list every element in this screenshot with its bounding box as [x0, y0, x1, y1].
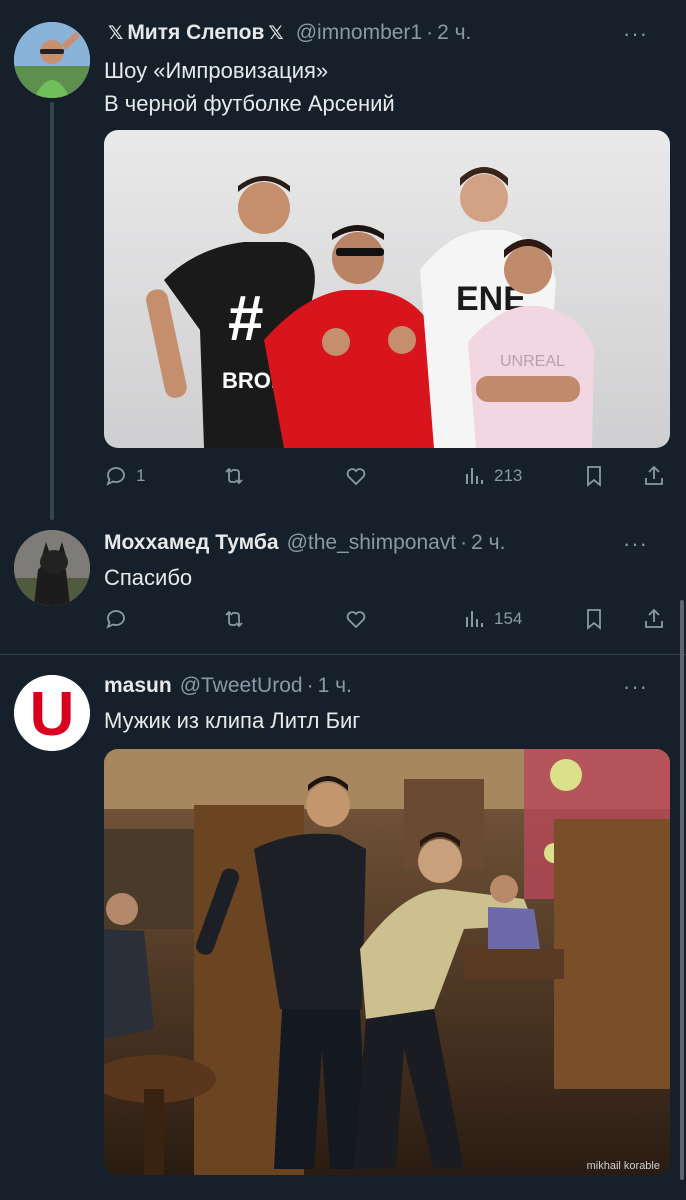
- retweet-button[interactable]: [222, 459, 254, 493]
- bookmark-icon: [587, 609, 601, 630]
- share-button[interactable]: [642, 459, 666, 493]
- tweet-photo[interactable]: # BRO. ENE UNREAL: [104, 130, 670, 448]
- views-button[interactable]: 213: [462, 459, 522, 493]
- avatar[interactable]: [14, 22, 90, 98]
- retweet-icon: [225, 610, 243, 628]
- tweet-header: masun @TweetUrod · 1 ч. ···: [104, 671, 666, 701]
- timestamp[interactable]: 1 ч.: [318, 674, 352, 698]
- author-name[interactable]: masun: [104, 674, 172, 698]
- x-logo-icon: 𝕏: [268, 22, 284, 44]
- separator-dot: ·: [460, 531, 468, 554]
- reply-button[interactable]: 1: [104, 459, 145, 493]
- views-button[interactable]: 154: [462, 602, 522, 636]
- like-icon: [346, 468, 366, 486]
- thread-line: [50, 102, 54, 520]
- more-icon[interactable]: ···: [623, 23, 648, 45]
- reply-button[interactable]: [104, 602, 136, 636]
- tweet-header: Мохxамед Тумба @the_shimponavt · 2 ч. ··…: [104, 528, 666, 558]
- more-icon[interactable]: ···: [623, 533, 648, 555]
- tweet-actions: 1 213: [104, 459, 670, 493]
- views-icon: [466, 611, 483, 627]
- x-logo-icon: 𝕏: [108, 22, 124, 44]
- more-icon[interactable]: ···: [623, 676, 648, 698]
- views-count: 154: [494, 609, 523, 628]
- photo-watermark: mikhail korable: [587, 1160, 660, 1172]
- tweet-text: Спасибо: [104, 561, 666, 594]
- author-name[interactable]: Мохxамед Тумба: [104, 531, 279, 555]
- views-count: 213: [494, 466, 523, 485]
- shirt-print: BRO.: [222, 368, 277, 393]
- share-icon: [645, 465, 663, 485]
- reply-icon: [106, 467, 125, 486]
- avatar[interactable]: U: [14, 675, 90, 751]
- retweet-button[interactable]: [222, 602, 254, 636]
- author-name[interactable]: Митя Слепов: [127, 21, 264, 45]
- tweet-text: Мужик из клипа Литл Биг: [104, 704, 666, 737]
- author-handle[interactable]: @the_shimponavt: [287, 531, 457, 555]
- avatar[interactable]: [14, 530, 90, 606]
- like-icon: [346, 611, 366, 629]
- reply-icon: [106, 610, 125, 629]
- bookmark-button[interactable]: [582, 602, 606, 636]
- tweet-text-line: Спасибо: [104, 565, 193, 590]
- timeline-feed: 𝕏 Митя Слепов 𝕏 @imnomber1 · 2 ч. ··· Шо…: [0, 0, 686, 1200]
- timestamp[interactable]: 2 ч.: [437, 21, 471, 45]
- like-button[interactable]: [344, 602, 376, 636]
- share-button[interactable]: [642, 602, 666, 636]
- shirt-print: UNREAL: [500, 353, 565, 370]
- shirt-hash-icon: #: [228, 282, 264, 354]
- tweet-header: 𝕏 Митя Слепов 𝕏 @imnomber1 · 2 ч. ···: [104, 18, 666, 48]
- tweet-text-line: В черной футболке Арсений: [104, 91, 395, 116]
- tweet-text-line: Мужик из клипа Литл Биг: [104, 708, 361, 733]
- tweet-photo[interactable]: mikhail korable: [104, 749, 670, 1175]
- bookmark-button[interactable]: [582, 459, 606, 493]
- tweet-1[interactable]: 𝕏 Митя Слепов 𝕏 @imnomber1 · 2 ч. ··· Шо…: [0, 0, 686, 520]
- tweet-text-line: Шоу «Импровизация»: [104, 58, 329, 83]
- reply-count: 1: [136, 466, 146, 485]
- share-icon: [645, 608, 663, 628]
- retweet-icon: [225, 467, 243, 485]
- scrollbar[interactable]: [680, 600, 684, 1180]
- timestamp[interactable]: 2 ч.: [471, 531, 505, 555]
- tweet-3[interactable]: U masun @TweetUrod · 1 ч. ··· Мужик из к…: [0, 655, 686, 1200]
- author-handle[interactable]: @imnomber1: [296, 21, 422, 45]
- tweet-2[interactable]: Мохxамед Тумба @the_shimponavt · 2 ч. ··…: [0, 510, 686, 654]
- tweet-text: Шоу «Импровизация» В черной футболке Арс…: [104, 54, 666, 120]
- separator-dot: ·: [306, 674, 314, 697]
- separator-dot: ·: [426, 21, 434, 44]
- views-icon: [466, 468, 483, 484]
- author-handle[interactable]: @TweetUrod: [180, 674, 303, 698]
- bookmark-icon: [587, 466, 601, 487]
- avatar-letter: U: [30, 680, 75, 749]
- tweet-actions: 154: [104, 602, 670, 636]
- like-button[interactable]: [344, 459, 376, 493]
